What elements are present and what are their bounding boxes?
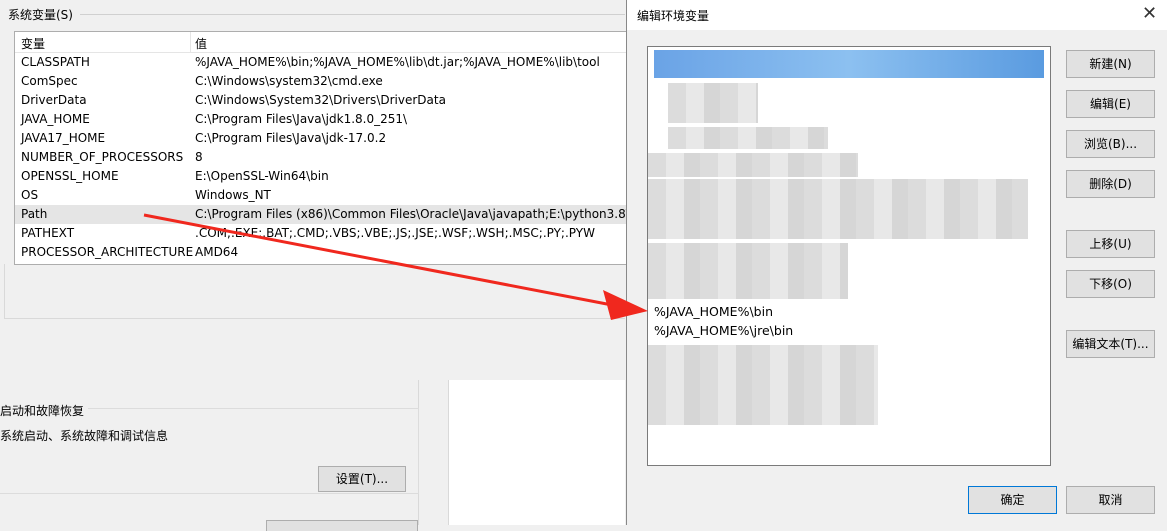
table-row[interactable]: NUMBER_OF_PROCESSORS 8 (15, 148, 627, 167)
table-row[interactable]: PROCESSOR_ARCHITECTURE AMD64 (15, 243, 627, 262)
var-name: ComSpec (21, 74, 78, 88)
move-up-button[interactable]: 上移(U) (1066, 230, 1155, 258)
redacted-entry (648, 153, 858, 177)
startup-recovery-title: 启动和故障恢复 (0, 402, 89, 419)
redacted-entry (648, 345, 878, 425)
partial-button[interactable] (266, 520, 418, 531)
var-value: C:\Windows\System32\Drivers\DriverData (195, 93, 446, 107)
var-name: OS (21, 188, 39, 202)
var-value: AMD64 (195, 245, 239, 259)
table-row[interactable]: OPENSSL_HOME E:\OpenSSL-Win64\bin (15, 167, 627, 186)
path-entry[interactable]: %JAVA_HOME%\jre\bin (654, 323, 793, 338)
close-icon[interactable]: ✕ (1142, 3, 1157, 24)
var-value: C:\Program Files\Java\jdk1.8.0_251\ (195, 112, 408, 126)
edit-button[interactable]: 编辑(E) (1066, 90, 1155, 118)
table-row[interactable]: CLASSPATH %JAVA_HOME%\bin;%JAVA_HOME%\lib… (15, 53, 627, 72)
group-divider (80, 14, 625, 15)
table-row-path-selected[interactable]: Path C:\Program Files (x86)\Common Files\… (15, 205, 627, 224)
var-value: C:\Program Files (x86)\Common Files\Orac… (195, 207, 628, 221)
path-entry-selected[interactable] (654, 50, 1044, 78)
var-value: Windows_NT (195, 188, 271, 202)
table-row[interactable]: DriverData C:\Windows\System32\Drivers\Dr… (15, 91, 627, 110)
startup-settings-button[interactable]: 设置(T)... (318, 466, 406, 492)
edit-environment-variable-dialog: 编辑环境变量 ✕ %JAVA_HOME%\bin %JAVA_HOME%\jre… (626, 0, 1167, 525)
var-name: JAVA_HOME (21, 112, 90, 126)
ok-button[interactable]: 确定 (968, 486, 1057, 514)
var-name: PROCESSOR_ARCHITECTURE (21, 245, 194, 259)
table-row[interactable]: OS Windows_NT (15, 186, 627, 205)
var-name: OPENSSL_HOME (21, 169, 119, 183)
system-variables-title: 系统变量(S) (8, 8, 73, 22)
move-down-button[interactable]: 下移(O) (1066, 270, 1155, 298)
var-value: C:\Windows\system32\cmd.exe (195, 74, 383, 88)
column-header-name[interactable]: 变量 (21, 35, 45, 52)
redacted-entry (648, 243, 848, 299)
browse-button[interactable]: 浏览(B)... (1066, 130, 1155, 158)
redacted-entry (668, 83, 758, 123)
startup-recovery-description: 系统启动、系统故障和调试信息 (0, 429, 169, 443)
system-variables-button-area (4, 264, 625, 319)
var-name: Path (21, 207, 48, 221)
new-button[interactable]: 新建(N) (1066, 50, 1155, 78)
window-divider (448, 380, 449, 525)
column-header-value[interactable]: 值 (195, 35, 207, 52)
path-entry[interactable]: %JAVA_HOME%\bin (654, 304, 773, 319)
delete-button[interactable]: 删除(D) (1066, 170, 1155, 198)
header-divider (190, 32, 191, 52)
redacted-entry (648, 179, 1028, 239)
var-name: JAVA17_HOME (21, 131, 106, 145)
var-value: 8 (195, 150, 203, 164)
var-value: C:\Program Files\Java\jdk-17.0.2 (195, 131, 387, 145)
cancel-button[interactable]: 取消 (1066, 486, 1155, 514)
redacted-entry (668, 127, 828, 149)
var-value: %JAVA_HOME%\bin;%JAVA_HOME%\lib\dt.jar;%… (195, 55, 600, 69)
var-name: DriverData (21, 93, 87, 107)
var-value: .COM;.EXE;.BAT;.CMD;.VBS;.VBE;.JS;.JSE;.… (195, 226, 595, 240)
var-name: PATHEXT (21, 226, 75, 240)
table-row[interactable]: PATHEXT .COM;.EXE;.BAT;.CMD;.VBS;.VBE;.JS… (15, 224, 627, 243)
table-row[interactable]: JAVA17_HOME C:\Program Files\Java\jdk-17.… (15, 129, 627, 148)
edit-text-button[interactable]: 编辑文本(T)... (1066, 330, 1155, 358)
path-entries-list[interactable]: %JAVA_HOME%\bin %JAVA_HOME%\jre\bin (647, 46, 1051, 466)
background-window-area (449, 380, 625, 525)
list-header: 变量 值 (15, 32, 627, 53)
var-name: NUMBER_OF_PROCESSORS (21, 150, 184, 164)
dialog-title: 编辑环境变量 (637, 9, 710, 23)
table-row[interactable]: ComSpec C:\Windows\system32\cmd.exe (15, 72, 627, 91)
var-name: CLASSPATH (21, 55, 90, 69)
table-row[interactable]: JAVA_HOME C:\Program Files\Java\jdk1.8.0_… (15, 110, 627, 129)
system-variables-list[interactable]: 变量 值 CLASSPATH %JAVA_HOME%\bin;%JAVA_HOME… (14, 31, 628, 265)
var-value: E:\OpenSSL-Win64\bin (195, 169, 329, 183)
